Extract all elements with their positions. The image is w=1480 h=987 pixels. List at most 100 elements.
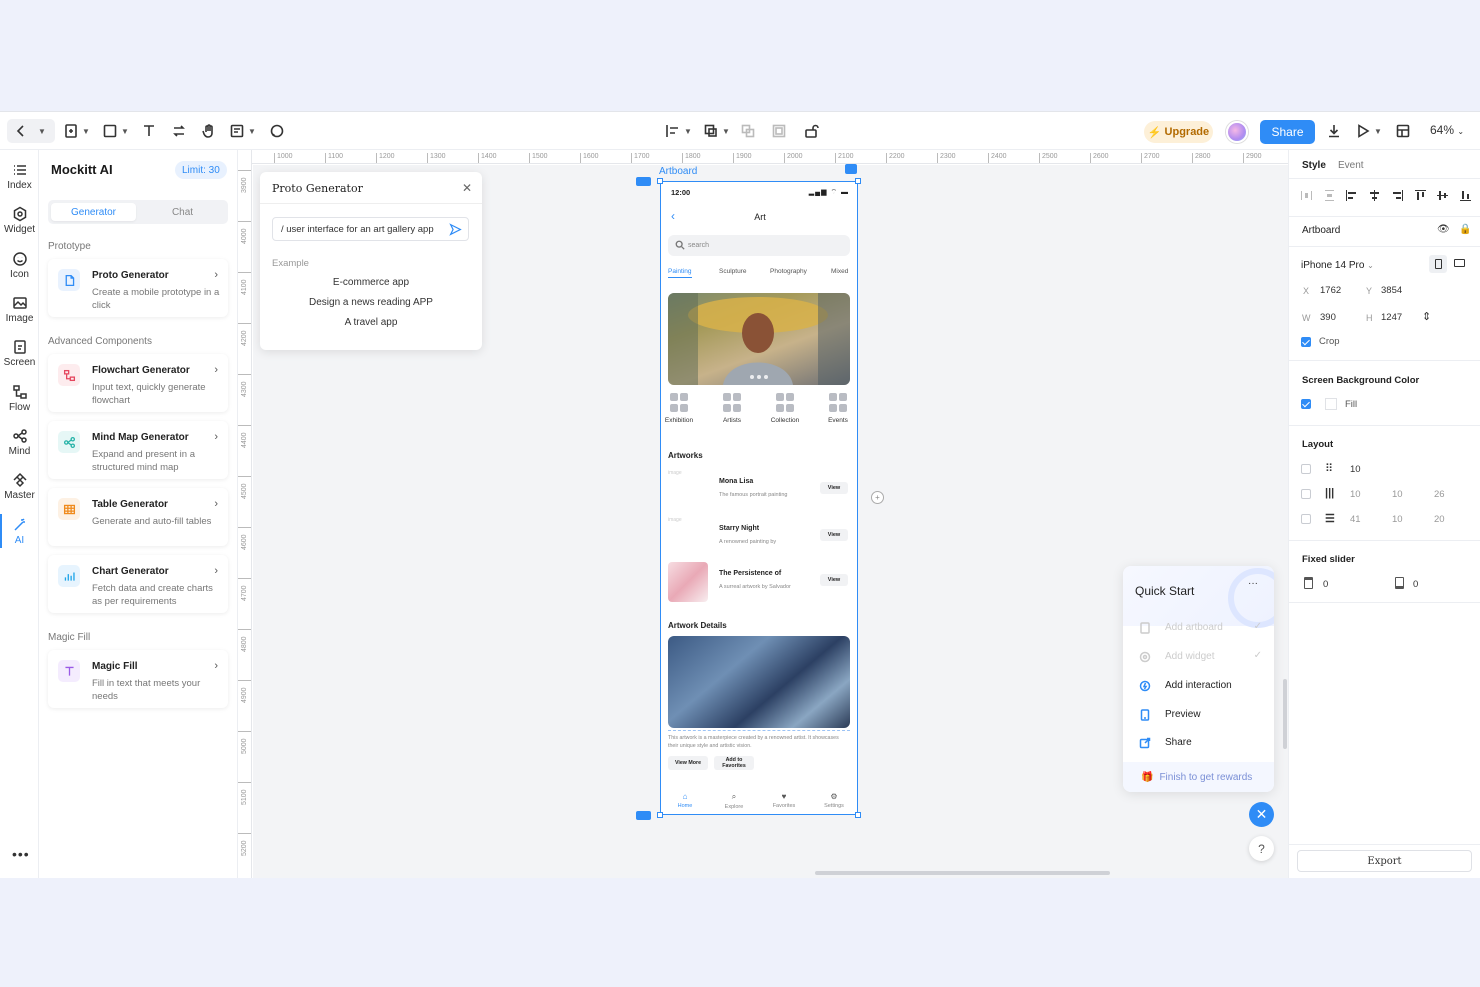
nav-home[interactable]: ⌂ Home bbox=[665, 792, 705, 809]
rail-item-widget[interactable]: Widget bbox=[0, 206, 39, 235]
qs-item-add-artboard[interactable]: Add artboard ✓ bbox=[1139, 621, 1264, 637]
x-field[interactable]: 1762 bbox=[1320, 285, 1341, 296]
w-field[interactable]: 390 bbox=[1320, 312, 1336, 323]
tab-photography[interactable]: Photography bbox=[770, 268, 807, 275]
align-left-icon[interactable]: ▼ bbox=[665, 121, 692, 141]
prompt-input[interactable]: / user interface for an art gallery app bbox=[272, 217, 469, 241]
artboard-phone[interactable]: 12:00 ▂▄▆ ⌔ ▬ ‹ Art search Painting Scul… bbox=[660, 181, 858, 815]
qs-item-preview[interactable]: Preview bbox=[1139, 708, 1264, 724]
layout-columns-checkbox[interactable] bbox=[1301, 489, 1311, 499]
dropdown-caret-icon[interactable]: ▼ bbox=[35, 121, 46, 141]
align-bottom-icon[interactable] bbox=[1459, 190, 1471, 201]
add-to-favorites-button[interactable]: Add to Favorites bbox=[714, 756, 754, 770]
rectangle-icon[interactable]: ▼ bbox=[102, 121, 129, 141]
zoom-level[interactable]: 64% ⌄ bbox=[1430, 123, 1464, 137]
upgrade-button[interactable]: ⚡ Upgrade bbox=[1144, 121, 1213, 143]
share-button[interactable]: Share bbox=[1260, 120, 1315, 144]
nav-favorites[interactable]: ♥ Favorites bbox=[764, 792, 804, 809]
nav-explore[interactable]: ⌕ Explore bbox=[714, 792, 754, 810]
comment-icon[interactable] bbox=[269, 121, 285, 141]
category-artists[interactable]: Artists bbox=[712, 393, 752, 424]
card-flowchart-generator[interactable]: Flowchart Generator Input text, quickly … bbox=[48, 354, 228, 412]
card-mind-map-generator[interactable]: Mind Map Generator Expand and present in… bbox=[48, 421, 228, 479]
more-icon[interactable]: ··· bbox=[1248, 578, 1258, 589]
fixed-bottom-field[interactable]: 0 bbox=[1413, 579, 1418, 590]
distribute-vertical-icon[interactable] bbox=[1324, 190, 1335, 201]
horizontal-scrollbar[interactable] bbox=[815, 871, 1110, 875]
h-field[interactable]: 1247 bbox=[1381, 312, 1402, 323]
align-left-icon[interactable] bbox=[1346, 190, 1357, 201]
artboard-handle-top[interactable] bbox=[636, 177, 651, 186]
view-button[interactable]: View bbox=[820, 574, 848, 586]
link-tool-icon[interactable] bbox=[171, 121, 187, 141]
tab-sculpture[interactable]: Sculpture bbox=[719, 268, 746, 275]
card-table-generator[interactable]: Table Generator Generate and auto-fill t… bbox=[48, 488, 228, 546]
unlock-icon[interactable] bbox=[803, 121, 819, 141]
rows-gutter-field[interactable]: 10 bbox=[1392, 514, 1403, 525]
rail-item-mind[interactable]: Mind bbox=[0, 428, 39, 457]
arrange-icon[interactable]: ▼ bbox=[703, 121, 730, 141]
rail-item-icon[interactable]: Icon bbox=[0, 251, 39, 280]
view-button[interactable]: View bbox=[820, 482, 848, 494]
view-more-button[interactable]: View More bbox=[668, 756, 708, 770]
rail-item-image[interactable]: Image bbox=[0, 295, 39, 324]
fixed-top-field[interactable]: 0 bbox=[1323, 579, 1328, 590]
rewards-footer[interactable]: 🎁 Finish to get rewards bbox=[1123, 762, 1274, 792]
category-collection[interactable]: Collection bbox=[765, 393, 805, 424]
rail-item-screen[interactable]: Screen bbox=[0, 339, 39, 368]
rail-item-master[interactable]: Master bbox=[0, 472, 39, 501]
example-option[interactable]: E-commerce app bbox=[260, 277, 482, 288]
artwork-row[interactable]: image Mona Lisa The famous portrait pain… bbox=[668, 470, 850, 512]
artwork-row[interactable]: The Persistence of A surreal artwork by … bbox=[668, 562, 850, 604]
rail-item-ai[interactable]: AI bbox=[0, 517, 39, 546]
columns-count-field[interactable]: 10 bbox=[1350, 489, 1361, 500]
help-button[interactable]: ? bbox=[1249, 836, 1274, 861]
resize-handle[interactable] bbox=[855, 178, 861, 184]
device-select[interactable]: iPhone 14 Pro ⌄ bbox=[1301, 260, 1374, 271]
tab-mixed[interactable]: Mixed bbox=[831, 268, 848, 275]
resize-handle[interactable] bbox=[657, 178, 663, 184]
category-exhibition[interactable]: Exhibition bbox=[661, 393, 699, 424]
close-quick-start-button[interactable]: ✕ bbox=[1249, 802, 1274, 827]
rows-margin-field[interactable]: 20 bbox=[1434, 514, 1445, 525]
text-tool-icon[interactable] bbox=[141, 121, 157, 141]
layout-rows-checkbox[interactable] bbox=[1301, 514, 1311, 524]
layout-grid-checkbox[interactable] bbox=[1301, 464, 1311, 474]
resize-handle[interactable] bbox=[855, 812, 861, 818]
rail-item-index[interactable]: Index bbox=[0, 162, 39, 191]
download-icon[interactable] bbox=[1326, 121, 1342, 141]
landscape-icon[interactable] bbox=[1454, 259, 1465, 267]
example-option[interactable]: A travel app bbox=[260, 317, 482, 328]
lock-icon[interactable]: 🔒 bbox=[1459, 224, 1471, 235]
grid-size-field[interactable]: 10 bbox=[1350, 464, 1361, 475]
export-button[interactable]: Export bbox=[1297, 850, 1472, 872]
card-chart-generator[interactable]: Chart Generator Fetch data and create ch… bbox=[48, 555, 228, 613]
artwork-row[interactable]: image Starry Night A renowned painting b… bbox=[668, 517, 850, 559]
close-icon[interactable]: ✕ bbox=[462, 181, 472, 195]
qs-item-share[interactable]: Share bbox=[1139, 736, 1264, 752]
tab-generator[interactable]: Generator bbox=[51, 203, 136, 221]
align-right-icon[interactable] bbox=[1392, 190, 1403, 201]
artboard-handle-bottom[interactable] bbox=[636, 811, 651, 820]
layout-panel-icon[interactable] bbox=[1395, 121, 1411, 141]
artboard-label[interactable]: Artboard bbox=[659, 166, 697, 177]
align-middle-icon[interactable] bbox=[1437, 190, 1449, 201]
view-button[interactable]: View bbox=[820, 529, 848, 541]
play-icon[interactable]: ▼ bbox=[1355, 121, 1382, 141]
qs-item-add-interaction[interactable]: Add interaction bbox=[1139, 679, 1264, 695]
resize-handle[interactable] bbox=[657, 812, 663, 818]
hand-tool-icon[interactable] bbox=[201, 121, 217, 141]
example-option[interactable]: Design a news reading APP bbox=[260, 297, 482, 308]
component-icon[interactable]: ▼ bbox=[229, 121, 256, 141]
align-top-icon[interactable] bbox=[1414, 190, 1426, 201]
artwork-detail-image[interactable] bbox=[668, 636, 850, 728]
rail-item-flow[interactable]: Flow bbox=[0, 384, 39, 413]
add-connection-icon[interactable]: + bbox=[871, 491, 884, 504]
visibility-eye-icon[interactable]: 👁 bbox=[1437, 224, 1450, 235]
rows-count-field[interactable]: 41 bbox=[1350, 514, 1361, 525]
more-icon[interactable]: ••• bbox=[12, 846, 30, 862]
send-icon[interactable] bbox=[449, 223, 462, 236]
bg-fill-checkbox[interactable] bbox=[1301, 399, 1311, 409]
ungroup-icon[interactable] bbox=[771, 121, 787, 141]
new-page-icon[interactable]: ▼ bbox=[63, 121, 90, 141]
